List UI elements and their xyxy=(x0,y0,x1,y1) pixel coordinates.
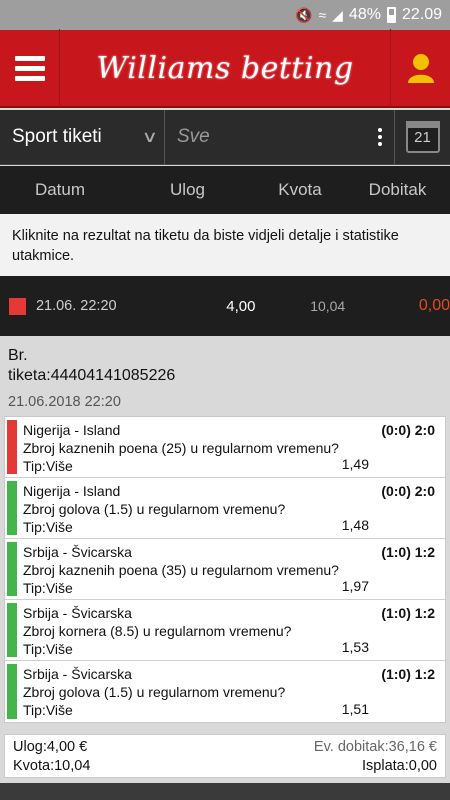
bet-match: Srbija - Švicarska xyxy=(23,544,132,560)
bet-match: Srbija - Švicarska xyxy=(23,666,132,682)
bet-market: Zbroj kornera (8.5) u regularnom vremenu… xyxy=(23,623,292,639)
bet-tip: Tip:Više xyxy=(23,580,73,596)
bet-market: Zbroj golova (1.5) u regularnom vremenu? xyxy=(23,684,286,700)
bottom-bar xyxy=(0,783,450,800)
ticket-number: tiketa:44404141085226 xyxy=(8,367,176,384)
bet-status-bar xyxy=(7,542,17,596)
bet-match: Nigerija - Island xyxy=(23,422,121,438)
bet-item[interactable]: Nigerija - Island Zbroj golova (1.5) u r… xyxy=(5,478,445,539)
bet-list: Nigerija - Island Zbroj kaznenih poena (… xyxy=(4,416,446,723)
info-message: Kliknite na rezultat na tiketu da biste … xyxy=(0,214,450,276)
bet-score: (1:0) 1:2 xyxy=(381,605,435,621)
bet-match: Srbija - Švicarska xyxy=(23,605,132,621)
bet-score: (1:0) 1:2 xyxy=(381,666,435,682)
bet-item[interactable]: Srbija - Švicarska Zbroj golova (1.5) u … xyxy=(5,661,445,722)
bet-status-bar xyxy=(7,481,17,535)
battery-icon xyxy=(386,7,396,23)
ticket-date: 21.06. 22:20 xyxy=(35,298,117,314)
ticket-status-indicator xyxy=(9,297,26,315)
filter-bar: Sport tiketi ∨ Sve 21 xyxy=(0,109,450,165)
summary-payout: Isplata:0,00 xyxy=(362,758,437,774)
hamburger-menu-icon[interactable] xyxy=(0,29,60,107)
bet-tip: Tip:Više xyxy=(23,458,73,474)
battery-percent: 48% xyxy=(348,6,381,23)
ticket-number-label: Br. xyxy=(8,347,28,364)
ticket-header: Br. tiketa:44404141085226 21.06.2018 22:… xyxy=(4,336,446,412)
summary-expected-win: Ev. dobitak:36,16 € xyxy=(313,739,437,755)
bet-tip: Tip:Više xyxy=(23,641,73,657)
bet-match: Nigerija - Island xyxy=(23,483,121,499)
bet-item[interactable]: Nigerija - Island Zbroj kaznenih poena (… xyxy=(5,417,445,478)
bet-item[interactable]: Srbija - Švicarska Zbroj kaznenih poena … xyxy=(5,539,445,600)
bet-odds: 1,51 xyxy=(341,701,369,717)
column-stake: Ulog xyxy=(170,180,205,199)
more-options-icon[interactable] xyxy=(365,109,395,165)
ticket-odds: 10,04 xyxy=(310,298,346,314)
mute-icon: 🔇 xyxy=(295,6,313,23)
bet-status-bar xyxy=(7,603,17,657)
bet-score: (0:0) 2:0 xyxy=(381,422,435,438)
clock: 22.09 xyxy=(401,6,442,23)
bet-market: Zbroj golova (1.5) u regularnom vremenu? xyxy=(23,501,286,517)
sport-type-select[interactable]: Sport tiketi ∨ xyxy=(0,109,165,165)
column-winnings: Dobitak xyxy=(368,180,427,199)
calendar-button[interactable]: 21 xyxy=(395,110,450,165)
bet-odds: 1,48 xyxy=(341,517,369,533)
bet-odds: 1,49 xyxy=(341,456,369,472)
bet-score: (0:0) 2:0 xyxy=(381,483,435,499)
ticket-row[interactable]: 21.06. 22:20 4,00 10,04 0,00 xyxy=(0,276,450,336)
user-icon[interactable] xyxy=(390,29,450,107)
bet-score: (1:0) 1:2 xyxy=(381,544,435,560)
bet-odds: 1,53 xyxy=(341,639,369,655)
bet-tip: Tip:Više xyxy=(23,519,73,535)
ticket-winnings: 0,00 xyxy=(418,297,450,314)
ticket-summary: Ulog:4,00 € Kvota:10,04 Ev. dobitak:36,1… xyxy=(4,734,446,778)
calendar-icon: 21 xyxy=(405,121,440,153)
ticket-datetime: 21.06.2018 22:20 xyxy=(8,394,121,410)
column-odds: Kvota xyxy=(278,180,322,199)
chevron-down-icon: ∨ xyxy=(141,129,159,146)
ticket-stake: 4,00 xyxy=(226,297,256,315)
brand-logo: Williams betting xyxy=(96,50,354,86)
bet-market: Zbroj kaznenih poena (25) u regularnom v… xyxy=(23,440,339,456)
bet-tip: Tip:Više xyxy=(23,702,73,718)
ticket-filter-input[interactable]: Sve xyxy=(165,110,365,165)
ticket-list-header: Datum Ulog Kvota Dobitak xyxy=(0,166,450,214)
wifi-icon: ≈ xyxy=(318,7,327,23)
bet-item[interactable]: Srbija - Švicarska Zbroj kornera (8.5) u… xyxy=(5,600,445,661)
sport-type-value: Sport tiketi xyxy=(12,126,102,147)
signal-icon: ◢ xyxy=(332,6,343,23)
ticket-details: Br. tiketa:44404141085226 21.06.2018 22:… xyxy=(0,336,450,800)
column-date: Datum xyxy=(34,180,86,199)
bet-status-bar xyxy=(7,420,17,474)
bet-odds: 1,97 xyxy=(341,578,369,594)
app-header: Williams betting xyxy=(0,29,450,108)
bet-status-bar xyxy=(7,664,17,719)
bet-market: Zbroj kaznenih poena (35) u regularnom v… xyxy=(23,562,339,578)
status-bar: 🔇 ≈ ◢ 48% 22.09 xyxy=(0,0,450,30)
